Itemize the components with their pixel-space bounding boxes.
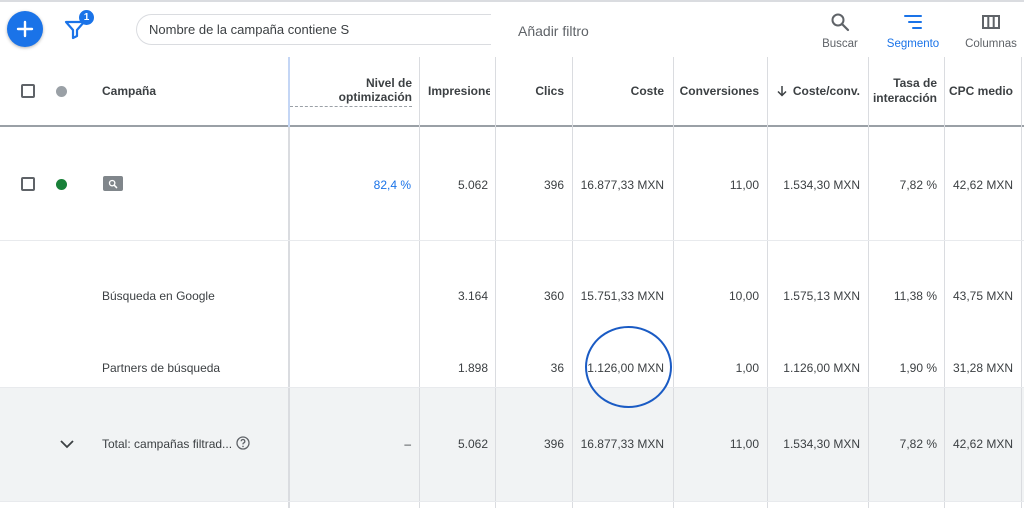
header-impressions[interactable]: Impresiones xyxy=(428,57,490,125)
add-filter-button[interactable]: Añadir filtro xyxy=(518,23,589,39)
segment-row: Búsqueda en Google 3.164 360 15.751,33 M… xyxy=(0,241,1024,314)
filter-count-badge: 1 xyxy=(79,10,94,25)
avg-cpc-value: 43,75 MXN xyxy=(952,289,1013,303)
segment-icon xyxy=(904,15,922,29)
enabled-status-dot[interactable] xyxy=(56,179,67,190)
segment-tool-button[interactable]: Segmento xyxy=(884,12,942,50)
header-avg-cpc[interactable]: CPC medio xyxy=(946,57,1013,125)
impressions-value: 5.062 xyxy=(457,178,488,192)
clicks-value: 396 xyxy=(543,178,564,192)
avg-cpc-value: 31,28 MXN xyxy=(952,361,1013,375)
clicks-value: 396 xyxy=(543,437,564,451)
column-divider-header xyxy=(288,57,290,127)
clicks-value: 36 xyxy=(550,361,564,375)
search-tool-button[interactable]: Buscar xyxy=(820,12,860,50)
conversions-value: 11,00 xyxy=(729,437,759,451)
filter-chip[interactable]: Nombre de la campaña contiene S xyxy=(136,14,491,45)
header-interaction-rate-line1: Tasa de xyxy=(893,76,937,90)
table-row[interactable]: 82,4 % 5.062 396 16.877,33 MXN 11,00 1.5… xyxy=(0,127,1024,240)
cost-value: 15.751,33 MXN xyxy=(580,289,664,303)
conversions-value: 1,00 xyxy=(735,361,759,375)
header-campaign[interactable]: Campaña xyxy=(102,57,156,125)
help-icon[interactable] xyxy=(236,436,250,450)
plus-icon xyxy=(16,20,34,38)
cost-value: 16.877,33 MXN xyxy=(580,437,664,451)
segment-name: Búsqueda en Google xyxy=(102,289,215,303)
cost-conv-value: 1.126,00 MXN xyxy=(783,361,860,375)
header-cost[interactable]: Coste xyxy=(574,57,664,125)
avg-cpc-value: 42,62 MXN xyxy=(952,437,1013,451)
impressions-value: 1.898 xyxy=(457,361,488,375)
header-conversions[interactable]: Conversiones xyxy=(674,57,759,125)
search-tool-label: Buscar xyxy=(822,38,858,50)
header-optimization-label: Nivel de optimización xyxy=(290,76,412,107)
status-header-dot xyxy=(56,86,67,97)
cost-conv-value: 1.534,30 MXN xyxy=(783,178,860,192)
total-label: Total: campañas filtrad... xyxy=(102,437,233,451)
avg-cpc-value: 42,62 MXN xyxy=(952,178,1013,192)
header-cost-conv[interactable]: Coste/conv. xyxy=(768,57,860,125)
arrow-down-icon xyxy=(777,86,787,97)
interaction-rate-value: 1,90 % xyxy=(899,361,937,375)
columns-tool-button[interactable]: Columnas xyxy=(962,12,1020,50)
search-icon xyxy=(108,179,118,188)
interaction-rate-value: 7,82 % xyxy=(899,437,937,451)
conversions-value: 11,00 xyxy=(729,178,759,192)
segment-row: Partners de búsqueda 1.898 36 1.126,00 M… xyxy=(0,314,1024,387)
header-cost-conv-label: Coste/conv. xyxy=(792,84,860,98)
conversions-value: 10,00 xyxy=(728,289,759,303)
chevron-down-icon[interactable] xyxy=(59,436,75,452)
cost-value: 16.877,33 MXN xyxy=(580,178,664,192)
interaction-rate-value: 11,38 % xyxy=(893,289,937,303)
clicks-value: 360 xyxy=(543,289,564,303)
toolbar: 1 Nombre de la campaña contiene S Añadir… xyxy=(0,0,1024,57)
select-all-checkbox[interactable] xyxy=(21,84,35,98)
cost-conv-value: 1.575,13 MXN xyxy=(783,289,860,303)
search-campaign-icon xyxy=(103,176,123,191)
row-checkbox[interactable] xyxy=(21,177,35,191)
table-header: Campaña Nivel de optimización Impresione… xyxy=(0,57,1024,127)
interaction-rate-value: 7,82 % xyxy=(899,178,937,192)
segment-name: Partners de búsqueda xyxy=(102,361,221,375)
impressions-value: 3.164 xyxy=(457,289,488,303)
header-interaction-rate-line2: interacción xyxy=(872,91,937,105)
columns-tool-label: Columnas xyxy=(965,38,1017,50)
total-row: Total: campañas filtrad... – 5.062 396 1… xyxy=(0,388,1024,501)
optimization-score-link[interactable]: 82,4 % xyxy=(290,178,411,192)
header-clicks[interactable]: Clics xyxy=(498,57,564,125)
cost-conv-value: 1.534,30 MXN xyxy=(783,437,860,451)
search-icon xyxy=(831,13,850,32)
segment-tool-label: Segmento xyxy=(886,38,940,50)
impressions-value: 5.062 xyxy=(457,437,488,451)
columns-icon xyxy=(982,15,1000,29)
optimization-value: – xyxy=(404,437,411,451)
header-interaction-rate[interactable]: Tasa de interacción xyxy=(870,57,937,125)
header-optimization[interactable]: Nivel de optimización xyxy=(290,57,412,125)
create-button[interactable] xyxy=(7,11,43,47)
row-divider xyxy=(0,501,1024,502)
